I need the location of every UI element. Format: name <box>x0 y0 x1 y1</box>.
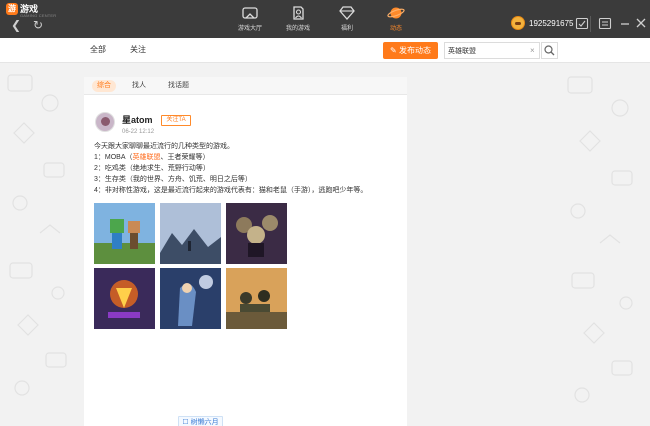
topnav-feed[interactable]: 动态 <box>376 4 416 36</box>
menu-icon[interactable] <box>598 17 612 30</box>
post-line: 3：生存类（我的世界、方舟、饥荒、明日之后等） <box>94 176 252 183</box>
post-content: 今天跟大家聊聊最近流行的几种类型的游戏。 1：MOBA（英雄联盟、王者荣耀等） … <box>94 141 394 196</box>
diamond-icon <box>339 6 355 20</box>
close-icon[interactable] <box>634 17 648 30</box>
tab-all[interactable]: 全部 <box>90 45 106 55</box>
gamepad-icon <box>242 7 258 19</box>
topnav-welfare[interactable]: 福利 <box>327 4 367 36</box>
title-bar: 游 游戏 GAMING CENTER ❮ ↻ 游戏大厅 我的游戏 福利 动态 1… <box>0 0 650 38</box>
post-line: 4：非对称性游戏，这是最近流行起来的游戏代表有：猫和老鼠（手游），逃跑吧少年等。 <box>94 187 368 194</box>
post-image[interactable] <box>94 268 155 329</box>
keyword-link[interactable]: 英雄联盟 <box>133 154 161 161</box>
publish-button[interactable]: ✎ 发布动态 <box>383 42 438 59</box>
back-icon[interactable]: ❮ <box>8 17 24 33</box>
post-image[interactable] <box>226 203 287 264</box>
refresh-icon[interactable]: ↻ <box>30 17 46 33</box>
topnav-game-hall[interactable]: 游戏大厅 <box>230 4 270 36</box>
post-line: 1：MOBA（英雄联盟、王者荣耀等） <box>94 154 210 161</box>
feed-tabs: 综合 找人 找话题 <box>84 77 407 95</box>
topic-tag[interactable]: ☐ 树懒六月 <box>178 416 223 426</box>
follow-button[interactable]: 关注TA <box>161 115 191 126</box>
topnav-my-games[interactable]: 我的游戏 <box>278 4 318 36</box>
post-author[interactable]: 星atom <box>122 115 153 126</box>
sub-nav: 全部 关注 ✎ 发布动态 × <box>0 38 650 63</box>
feed-panel: 综合 找人 找话题 星atom 06-22 12:12 关注TA 今天跟大家聊聊… <box>84 77 407 426</box>
publish-label: 发布动态 <box>398 46 431 55</box>
clear-icon[interactable]: × <box>530 45 535 56</box>
feed-tab-topics[interactable]: 找话题 <box>163 80 194 92</box>
topnav-label: 动态 <box>389 26 402 32</box>
post-line: 2：吃鸡类（绝地求生、荒野行动等） <box>94 165 210 172</box>
post-image[interactable] <box>160 203 221 264</box>
post-image[interactable] <box>226 268 287 329</box>
topic-label: 树懒六月 <box>190 419 219 426</box>
post-image[interactable] <box>160 268 221 329</box>
app-logo[interactable]: 游 游戏 GAMING CENTER <box>6 3 56 18</box>
divider <box>590 16 591 32</box>
user-avatar[interactable] <box>511 16 525 30</box>
logo-badge: 游 <box>6 3 18 15</box>
search-box: × <box>444 42 540 59</box>
post-image[interactable] <box>94 203 155 264</box>
search-input[interactable] <box>448 45 528 56</box>
feed-tab-people[interactable]: 找人 <box>127 80 151 92</box>
user-id[interactable]: 1925291675 <box>529 18 574 30</box>
planet-icon <box>387 7 405 19</box>
topnav-label: 我的游戏 <box>285 26 310 32</box>
checklist-icon[interactable] <box>575 17 589 30</box>
search-icon <box>544 45 555 56</box>
topic-icon: ☐ <box>182 419 189 426</box>
topnav-label: 游戏大厅 <box>237 26 262 32</box>
tab-following[interactable]: 关注 <box>130 45 146 55</box>
minimize-icon[interactable] <box>618 17 632 30</box>
search-button[interactable] <box>541 42 558 59</box>
post-line: 今天跟大家聊聊最近流行的几种类型的游戏。 <box>94 143 234 150</box>
post-time: 06-22 12:12 <box>122 129 155 135</box>
document-person-icon <box>293 6 304 20</box>
edit-icon: ✎ <box>390 46 397 55</box>
avatar[interactable] <box>95 112 115 132</box>
feed-tab-general[interactable]: 综合 <box>92 80 116 92</box>
topnav-label: 福利 <box>340 26 353 32</box>
